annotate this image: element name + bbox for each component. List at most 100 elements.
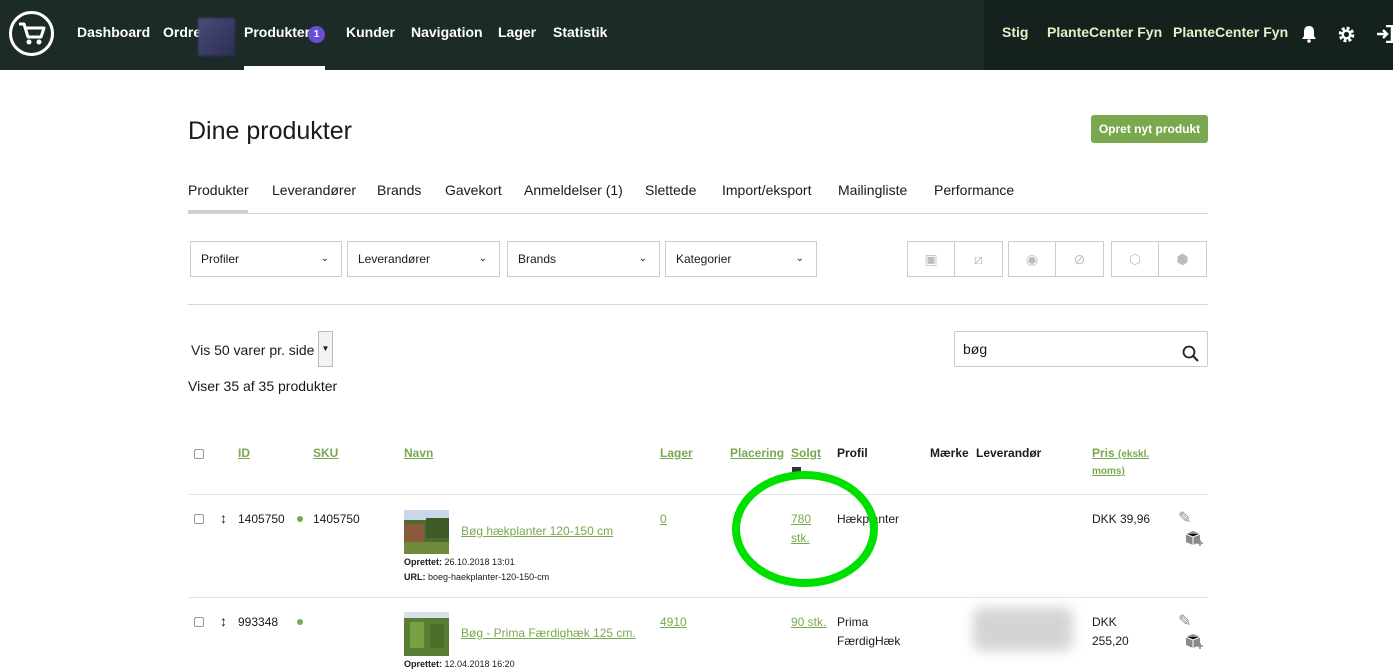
out-of-stock-box-icon[interactable]: ⬢ [1159,242,1206,276]
created-date: 12.04.2018 16:20 [444,659,515,669]
filter-kategorier[interactable]: Kategorier ⌄ [665,241,817,277]
tab-gavekort[interactable]: Gavekort [445,182,502,198]
nav-kunder[interactable]: Kunder [346,24,395,40]
per-page-dropdown[interactable]: ▼ [318,331,333,367]
select-all-checkbox[interactable] [194,449,204,459]
filter-profiler[interactable]: Profiler ⌄ [190,241,342,277]
nav-produkter[interactable]: Produkter [244,24,310,40]
row-checkbox[interactable] [194,617,204,627]
nav-ordre[interactable]: Ordre [163,24,201,40]
bell-icon[interactable] [1300,25,1318,48]
tab-import-eksport[interactable]: Import/eksport [722,182,811,198]
search-input[interactable]: bøg [954,331,1208,367]
row-price: DKK 39,96 [1092,512,1151,526]
nav-lager[interactable]: Lager [498,24,536,40]
create-product-button[interactable]: Opret nyt produkt [1091,115,1208,143]
row-sold-link[interactable]: 90 stk. [791,615,826,629]
drag-handle-icon[interactable]: ↕ [220,510,227,526]
col-profile: Profil [837,446,868,460]
chevron-down-icon: ⌄ [478,253,487,264]
filter-profiler-label: Profiler [201,252,240,266]
highlight-circle-annotation [732,471,878,587]
user-name[interactable]: Stig [1002,24,1028,40]
created-date: 26.10.2018 13:01 [444,557,515,567]
tab-leverandorer[interactable]: Leverandører [272,182,356,198]
tab-mailingliste[interactable]: Mailingliste [838,182,907,198]
nav-navigation[interactable]: Navigation [411,24,483,40]
add-stock-box-icon[interactable] [1184,528,1204,551]
filter-brands-label: Brands [518,252,557,266]
tab-brands[interactable]: Brands [377,182,421,198]
with-image-icon[interactable]: ▣ [908,242,955,276]
row-stock-link[interactable]: 4910 [660,615,687,629]
filter-leverandorer[interactable]: Leverandører ⌄ [347,241,500,277]
status-dot-icon [297,516,303,522]
col-price[interactable]: Pris (ekskl. [1092,446,1149,460]
col-brand: Mærke [930,446,969,460]
shop-selector[interactable]: PlanteCenter Fyn [1047,24,1162,40]
col-price-sub: (ekskl. [1118,449,1150,460]
page-title: Dine produkter [188,117,352,145]
col-id[interactable]: ID [238,446,250,460]
row-divider [188,597,1208,598]
created-label: Oprettet: [404,659,442,669]
filter-leverandorer-label: Leverandører [358,252,431,266]
col-placement[interactable]: Placering [730,446,784,460]
url-meta: URL: boeg-haekplanter-120-150-cm [404,572,549,582]
edit-pencil-icon[interactable]: ✎ [1178,611,1191,631]
row-sku: 1405750 [313,512,360,526]
row-sold-link[interactable]: 780 [791,512,811,526]
row-stock-link[interactable]: 0 [660,512,667,526]
without-image-icon[interactable]: ⧄ [955,242,1002,276]
url-label: URL: [404,572,426,582]
row-id: 993348 [238,615,279,629]
row-profile: Prima [837,615,869,629]
col-supplier: Leverandør [976,446,1042,460]
hidden-eye-icon[interactable]: ⊘ [1056,242,1103,276]
row-price-line2: 255,20 [1092,634,1129,648]
drag-handle-icon[interactable]: ↕ [220,613,227,629]
tab-slettede[interactable]: Slettede [645,182,696,198]
header-divider [188,494,1208,495]
col-price-sub2: moms) [1092,466,1125,477]
created-meta: Oprettet: 26.10.2018 13:01 [404,557,515,567]
product-name-link[interactable]: Bøg hækplanter 120-150 cm [461,524,613,538]
product-count: Viser 35 af 35 produkter [188,378,338,394]
stock-filter-group: ⬡ ⬢ [1111,241,1207,277]
product-thumbnail[interactable] [404,510,449,554]
chevron-down-icon: ⌄ [795,253,804,264]
visible-eye-icon[interactable]: ◉ [1009,242,1056,276]
nav-dashboard[interactable]: Dashboard [77,24,150,40]
search-icon[interactable] [1182,340,1199,374]
shop-name[interactable]: PlanteCenter Fyn [1173,24,1288,40]
logout-icon[interactable] [1376,24,1393,48]
edit-pencil-icon[interactable]: ✎ [1178,508,1191,528]
nav-statistik[interactable]: Statistik [553,24,607,40]
url-value: boeg-haekplanter-120-150-cm [428,572,550,582]
in-stock-box-icon[interactable]: ⬡ [1112,242,1159,276]
supplier-blurred [973,607,1073,651]
col-sold[interactable]: Solgt [791,446,821,460]
product-name-link[interactable]: Bøg - Prima Færdighæk 125 cm. [461,626,636,640]
col-price-label: Pris [1092,446,1115,460]
col-stock[interactable]: Lager [660,446,693,460]
sort-desc-icon [792,467,801,472]
product-thumbnail[interactable] [404,612,449,656]
tab-anmeldelser[interactable]: Anmeldelser (1) [524,182,623,198]
col-sku[interactable]: SKU [313,446,338,460]
row-sold-unit[interactable]: stk. [791,531,810,545]
nav-active-indicator [244,66,325,70]
col-name[interactable]: Navn [404,446,433,460]
row-checkbox[interactable] [194,514,204,524]
per-page-label: Vis 50 varer pr. side [191,342,315,358]
shop-logo-icon[interactable] [9,11,54,56]
tab-produkter[interactable]: Produkter [188,182,249,198]
tab-performance[interactable]: Performance [934,182,1014,198]
filter-kategorier-label: Kategorier [676,252,732,266]
add-stock-box-icon[interactable] [1184,631,1204,654]
filters-divider [188,304,1208,305]
filter-brands[interactable]: Brands ⌄ [507,241,660,277]
gear-icon[interactable] [1337,25,1356,49]
chevron-down-icon: ⌄ [638,253,647,264]
produkter-count-badge: 1 [308,26,325,43]
